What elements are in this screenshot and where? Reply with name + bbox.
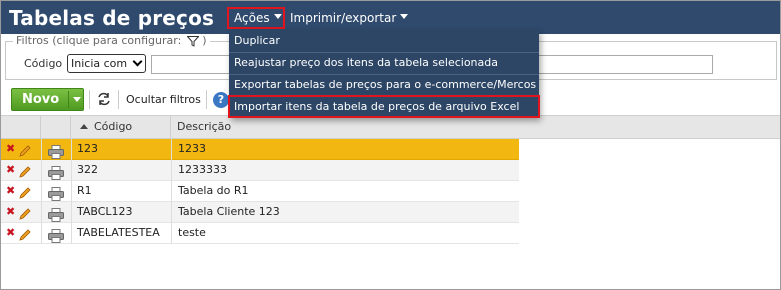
funnel-icon: [186, 35, 199, 47]
close-x-icon[interactable]: ✖: [6, 139, 15, 159]
sort-ascending-icon: [80, 123, 88, 129]
chevron-down-icon: [400, 14, 409, 19]
toolbar-divider: [206, 90, 207, 109]
grid-header-descricao-label: Descrição: [177, 120, 232, 133]
pencil-icon[interactable]: [18, 141, 32, 161]
menu-item-reajustar-preco[interactable]: Reajustar preço dos itens da tabela sele…: [229, 52, 539, 72]
grid-header-descricao[interactable]: Descrição: [171, 116, 520, 138]
printer-icon[interactable]: [48, 142, 64, 162]
menu-item-exportar-ecommerce[interactable]: Exportar tabelas de preços para o e-comm…: [229, 74, 539, 94]
grid-header-print: [41, 116, 71, 138]
novo-button-label: Novo: [22, 92, 60, 107]
table-row[interactable]: ✖ TABELATESTEA teste: [1, 223, 519, 244]
grid-body: ✖ 123 1233 ✖ 322 1233333 ✖ R1 Tabela do …: [1, 139, 519, 244]
menu-item-duplicar[interactable]: Duplicar: [229, 31, 539, 51]
close-x-icon[interactable]: ✖: [6, 202, 15, 222]
toolbar-divider: [118, 90, 119, 109]
chevron-down-icon: [132, 56, 143, 67]
page-title: Tabelas de preços: [9, 6, 215, 30]
close-x-icon[interactable]: ✖: [6, 223, 15, 243]
column-divider: [71, 139, 72, 244]
filters-legend-close: ): [202, 34, 207, 47]
codigo-match-select[interactable]: Inicia com: [67, 54, 146, 73]
pencil-icon[interactable]: [18, 162, 32, 182]
acoes-menu-label: Ações: [234, 11, 270, 25]
row-descricao: 1233: [178, 142, 206, 155]
ocultar-filtros-button[interactable]: Ocultar filtros: [126, 93, 201, 107]
column-divider: [171, 139, 172, 244]
grid-header: Código Descrição: [1, 115, 780, 139]
row-codigo: TABCL123: [77, 205, 133, 218]
row-descricao: teste: [178, 226, 206, 239]
help-icon[interactable]: ?: [213, 92, 229, 108]
row-descricao: 1233333: [178, 163, 227, 176]
printer-icon[interactable]: [48, 184, 64, 204]
row-codigo: 123: [77, 142, 98, 155]
close-x-icon[interactable]: ✖: [6, 160, 15, 180]
filters-legend-text: Filtros (clique para configurar:: [16, 34, 182, 47]
menu-item-importar-excel[interactable]: Importar itens da tabela de preços de ar…: [228, 95, 540, 118]
toolbar-divider: [89, 90, 90, 109]
filters-legend[interactable]: Filtros (clique para configurar: ): [13, 34, 210, 48]
table-row[interactable]: ✖ 322 1233333: [1, 160, 519, 181]
pencil-icon[interactable]: [18, 183, 32, 203]
row-descricao: Tabela do R1: [178, 184, 249, 197]
printer-icon[interactable]: [48, 205, 64, 225]
imprimir-exportar-menu-button[interactable]: Imprimir/exportar: [290, 9, 409, 27]
column-divider: [41, 139, 42, 244]
imprimir-exportar-label: Imprimir/exportar: [290, 11, 397, 25]
close-x-icon[interactable]: ✖: [6, 181, 15, 201]
acoes-dropdown-menu: Duplicar Reajustar preço dos itens da ta…: [228, 30, 540, 118]
row-codigo: TABELATESTEA: [77, 226, 160, 239]
chevron-down-icon[interactable]: [73, 97, 81, 102]
row-codigo: R1: [77, 184, 92, 197]
table-row[interactable]: ✖ TABCL123 Tabela Cliente 123: [1, 202, 519, 223]
acoes-menu-button[interactable]: Ações: [227, 7, 285, 29]
pencil-icon[interactable]: [18, 204, 32, 224]
refresh-icon[interactable]: [96, 92, 112, 106]
row-descricao: Tabela Cliente 123: [178, 205, 280, 218]
table-row[interactable]: ✖ R1 Tabela do R1: [1, 181, 519, 202]
grid-header-codigo[interactable]: Código: [71, 116, 171, 138]
codigo-filter-label: Código: [24, 57, 63, 70]
row-codigo: 322: [77, 163, 98, 176]
grid-header-codigo-label: Código: [94, 120, 133, 133]
pencil-icon[interactable]: [18, 225, 32, 245]
grid-header-actions: [1, 116, 41, 138]
chevron-down-icon: [273, 14, 282, 19]
novo-button-divider: [68, 91, 69, 108]
table-row[interactable]: ✖ 123 1233: [1, 139, 519, 160]
codigo-match-value: Inicia com: [71, 57, 128, 70]
printer-icon[interactable]: [48, 163, 64, 183]
printer-icon[interactable]: [48, 226, 64, 246]
novo-button[interactable]: Novo: [11, 88, 84, 111]
